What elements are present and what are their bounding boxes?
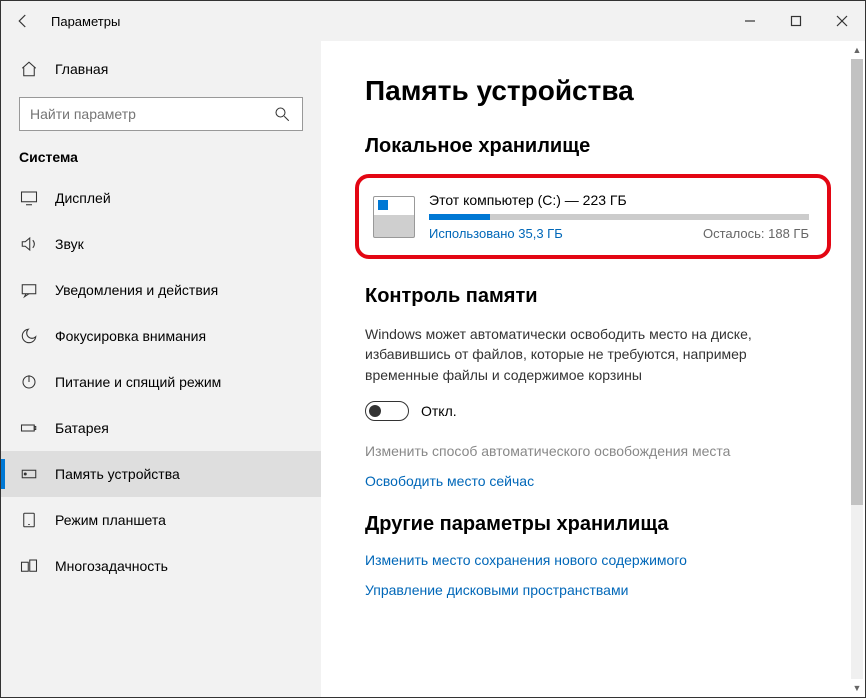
titlebar: Параметры [1, 1, 865, 41]
scroll-track[interactable] [851, 59, 863, 679]
display-icon [19, 188, 39, 208]
nav-label: Питание и спящий режим [55, 374, 221, 390]
category-heading: Система [1, 145, 321, 175]
nav-power-sleep[interactable]: Питание и спящий режим [1, 359, 321, 405]
multitasking-icon [19, 556, 39, 576]
home-nav[interactable]: Главная [1, 49, 321, 89]
change-auto-free-link: Изменить способ автоматического освобожд… [365, 443, 821, 459]
notifications-icon [19, 280, 39, 300]
storage-bar-fill [429, 214, 490, 220]
nav-label: Дисплей [55, 190, 111, 206]
window-title: Параметры [51, 14, 120, 29]
scroll-up-button[interactable]: ▲ [849, 41, 865, 59]
nav-display[interactable]: Дисплей [1, 175, 321, 221]
home-icon [19, 59, 39, 79]
storage-bar [429, 214, 809, 220]
search-icon [272, 104, 292, 124]
search-box[interactable] [19, 97, 303, 131]
storage-sense-toggle[interactable] [365, 401, 409, 421]
nav-label: Звук [55, 236, 84, 252]
battery-icon [19, 418, 39, 438]
search-input[interactable] [30, 106, 264, 122]
manage-storage-spaces-link[interactable]: Управление дисковыми пространствами [365, 582, 821, 598]
toggle-label: Откл. [421, 403, 457, 419]
nav-tablet-mode[interactable]: Режим планшета [1, 497, 321, 543]
nav-focus-assist[interactable]: Фокусировка внимания [1, 313, 321, 359]
nav-sound[interactable]: Звук [1, 221, 321, 267]
nav-label: Память устройства [55, 466, 180, 482]
change-save-location-link[interactable]: Изменить место сохранения нового содержи… [365, 552, 821, 568]
tablet-icon [19, 510, 39, 530]
window-minimize-button[interactable] [727, 1, 773, 41]
other-storage-heading: Другие параметры хранилища [365, 513, 821, 536]
drive-icon [373, 196, 415, 238]
window-maximize-button[interactable] [773, 1, 819, 41]
nav-battery[interactable]: Батарея [1, 405, 321, 451]
power-icon [19, 372, 39, 392]
storage-sense-desc: Windows может автоматически освободить м… [365, 324, 785, 385]
nav-label: Режим планшета [55, 512, 166, 528]
back-button[interactable] [1, 1, 45, 41]
nav-storage[interactable]: Память устройства [1, 451, 321, 497]
drive-remaining-label: Осталось: 188 ГБ [703, 226, 809, 241]
scroll-down-button[interactable]: ▼ [849, 679, 865, 697]
nav-multitasking[interactable]: Многозадачность [1, 543, 321, 589]
home-label: Главная [55, 61, 108, 77]
storage-icon [19, 464, 39, 484]
main-content: Память устройства Локальное хранилище Эт… [321, 41, 865, 697]
page-title: Память устройства [365, 75, 821, 107]
local-storage-heading: Локальное хранилище [365, 135, 821, 158]
nav-label: Многозадачность [55, 558, 168, 574]
window-close-button[interactable] [819, 1, 865, 41]
drive-used-label[interactable]: Использовано 35,3 ГБ [429, 226, 563, 241]
sound-icon [19, 234, 39, 254]
nav-label: Батарея [55, 420, 109, 436]
drive-card[interactable]: Этот компьютер (C:) — 223 ГБ Использован… [355, 174, 831, 259]
nav-notifications[interactable]: Уведомления и действия [1, 267, 321, 313]
drive-name: Этот компьютер (C:) — 223 ГБ [429, 192, 809, 208]
scroll-thumb[interactable] [851, 59, 863, 505]
storage-sense-heading: Контроль памяти [365, 285, 821, 308]
scrollbar-vertical[interactable]: ▲ ▼ [849, 41, 865, 697]
focus-icon [19, 326, 39, 346]
nav-label: Фокусировка внимания [55, 328, 206, 344]
sidebar: Главная Система Дисплей Звук Уведомления… [1, 41, 321, 697]
free-now-link[interactable]: Освободить место сейчас [365, 473, 821, 489]
nav-label: Уведомления и действия [55, 282, 218, 298]
